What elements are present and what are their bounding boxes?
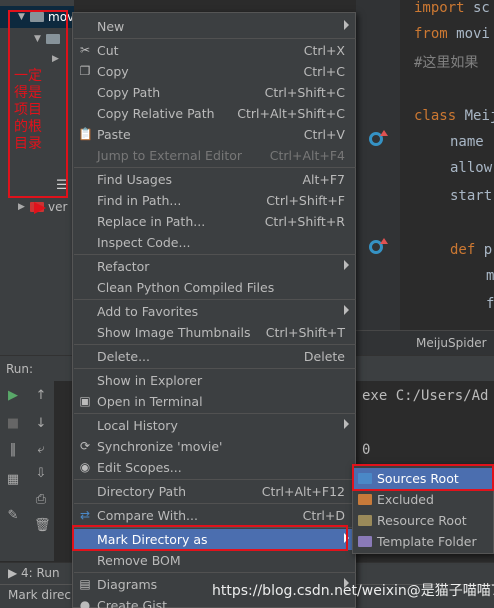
- scissors-icon: ✂: [79, 43, 91, 57]
- menu-separator: [74, 299, 356, 300]
- menu-item-refactor[interactable]: Refactor: [73, 256, 355, 277]
- template-folder-icon: [358, 536, 372, 547]
- scroll-to-end-icon[interactable]: ⇩: [34, 467, 48, 481]
- menu-item-inspect-code[interactable]: Inspect Code...: [73, 232, 355, 253]
- watermark: https://blog.csdn.net/weixin@是猫子喵喵7: [212, 583, 494, 599]
- excluded-folder-icon: [358, 494, 372, 505]
- pause-icon[interactable]: ‖: [6, 443, 20, 457]
- menu-separator: [74, 503, 356, 504]
- menu-item-remove-bom[interactable]: Remove BOM: [73, 550, 355, 571]
- menu-item-compare-with[interactable]: ⇄ Compare With... Ctrl+D: [73, 505, 355, 526]
- github-icon: ●: [79, 598, 91, 608]
- code-line: start: [450, 188, 493, 204]
- menu-separator: [74, 368, 356, 369]
- menu-separator: [74, 572, 356, 573]
- menu-item-add-to-favorites[interactable]: Add to Favorites: [73, 301, 355, 322]
- menu-separator: [74, 344, 356, 345]
- run-label: Run:: [6, 362, 34, 376]
- menu-item-new[interactable]: New: [73, 16, 355, 37]
- context-menu: New ✂ Cut Ctrl+X ❐ Copy Ctrl+C Copy Path Ctrl…: [72, 12, 356, 608]
- console-line: 0: [362, 442, 371, 458]
- terminal-icon: ▣: [79, 394, 91, 408]
- menu-item-copy[interactable]: ❐ Copy Ctrl+C: [73, 61, 355, 82]
- menu-item-directory-path[interactable]: Directory Path Ctrl+Alt+F12: [73, 481, 355, 502]
- submenu-arrow-icon: [344, 305, 349, 315]
- menu-item-jump-external-editor: Jump to External Editor Ctrl+Alt+F4: [97, 148, 345, 163]
- menu-item-show-in-explorer[interactable]: Show in Explorer: [73, 370, 355, 391]
- annotation-box: [72, 525, 348, 551]
- resource-folder-icon: [358, 515, 372, 526]
- menu-item-clean-compiled[interactable]: Clean Python Compiled Files: [73, 277, 355, 298]
- submenu-arrow-icon: [344, 20, 349, 30]
- code-line: #这里如果: [414, 55, 479, 71]
- pin-icon[interactable]: ✎: [6, 509, 20, 523]
- menu-item-replace-in-path[interactable]: Replace in Path... Ctrl+Shift+R: [73, 211, 355, 232]
- menu-item-cut[interactable]: ✂ Cut Ctrl+X: [73, 40, 355, 61]
- rerun-icon[interactable]: ▶: [6, 389, 20, 403]
- trash-icon[interactable]: 🗑: [34, 519, 51, 533]
- stop-icon[interactable]: ■: [6, 417, 20, 431]
- menu-item-show-thumbnails[interactable]: Show Image Thumbnails Ctrl+Shift+T: [73, 322, 355, 343]
- override-arrow-icon: [380, 130, 388, 136]
- soft-wrap-icon[interactable]: ⤶: [34, 443, 48, 457]
- arrow-down-icon[interactable]: ↓: [34, 417, 48, 431]
- scope-icon: ◉: [79, 460, 91, 474]
- menu-separator: [74, 38, 356, 39]
- diagram-icon: ▤: [79, 577, 91, 591]
- annotation-text: 一定得是项目的根目录: [14, 68, 42, 152]
- collapse-arrow-icon[interactable]: ▶: [18, 202, 30, 212]
- menu-item-find-in-path[interactable]: Find in Path... Ctrl+Shift+F: [73, 190, 355, 211]
- breadcrumb-item[interactable]: MeijuSpider: [416, 336, 487, 350]
- menu-separator: [74, 254, 356, 255]
- tree-item-label: ver: [48, 200, 68, 214]
- menu-item-copy-relative-path[interactable]: Copy Relative Path Ctrl+Alt+Shift+C: [73, 103, 355, 124]
- submenu-arrow-icon: [344, 260, 349, 270]
- paste-icon: 📋: [78, 127, 93, 141]
- arrow-up-icon[interactable]: ↑: [34, 389, 48, 403]
- run-tab-label: 4: Run: [21, 566, 60, 580]
- annotation-box: [352, 464, 494, 491]
- menu-item-open-in-terminal[interactable]: ▣ Open in Terminal: [73, 391, 355, 412]
- sync-icon: ⟳: [79, 439, 91, 453]
- code-line: allow: [450, 160, 493, 176]
- submenu-item-resource-root[interactable]: Resource Root: [353, 510, 493, 531]
- copy-icon: ❐: [79, 64, 91, 78]
- menu-separator: [74, 479, 356, 480]
- editor-gutter: [356, 0, 400, 330]
- menu-item-synchronize[interactable]: ⟳ Synchronize 'movie': [73, 436, 355, 457]
- override-arrow-icon: [380, 238, 388, 244]
- menu-item-copy-path[interactable]: Copy Path Ctrl+Shift+C: [73, 82, 355, 103]
- annotation-arrow-icon: [34, 202, 46, 214]
- code-line: name: [450, 134, 484, 150]
- compare-icon: ⇄: [79, 508, 91, 522]
- code-line: class Meij: [414, 108, 494, 124]
- menu-separator: [74, 167, 356, 168]
- submenu-arrow-icon: [344, 419, 349, 429]
- status-text: Mark direc: [8, 588, 72, 602]
- console-line: exe C:/Users/Ad: [362, 388, 489, 404]
- run-toolbar: ▶ ↑ ■ ↓ ‖ ⤶ ▦ ⇩ ⎙ ✎ 🗑: [0, 381, 54, 561]
- menu-item-local-history[interactable]: Local History: [73, 415, 355, 436]
- run-tool-tab[interactable]: ▶ 4: Run: [8, 566, 60, 580]
- menu-item-paste[interactable]: 📋 Paste Ctrl+V: [73, 124, 355, 145]
- submenu-item-excluded[interactable]: Excluded: [353, 489, 493, 510]
- code-line: from movi: [414, 26, 490, 42]
- code-line: f: [486, 296, 494, 312]
- layout-icon[interactable]: ▦: [6, 473, 20, 487]
- submenu-item-template-folder[interactable]: Template Folder: [353, 531, 493, 552]
- menu-item-find-usages[interactable]: Find Usages Alt+F7: [73, 169, 355, 190]
- code-line: def p: [450, 242, 493, 258]
- menu-separator: [74, 413, 356, 414]
- menu-item-delete[interactable]: Delete... Delete: [73, 346, 355, 367]
- code-line: import sc: [414, 0, 490, 16]
- code-line: m: [486, 268, 494, 284]
- menu-item-edit-scopes[interactable]: ◉ Edit Scopes...: [73, 457, 355, 478]
- print-icon[interactable]: ⎙: [34, 493, 48, 507]
